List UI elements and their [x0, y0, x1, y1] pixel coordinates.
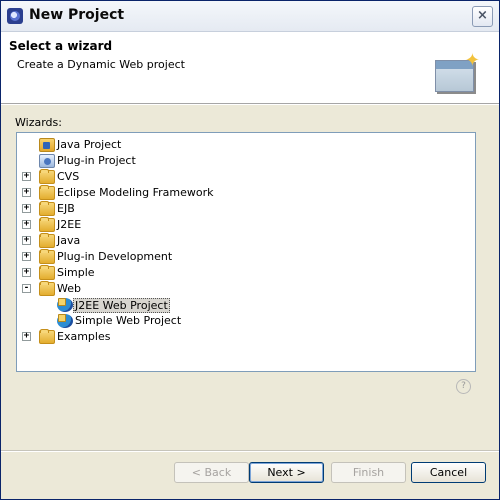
folder-icon	[39, 185, 55, 200]
tree-item-j2ee-web-project[interactable]: J2EE Web Project	[17, 297, 317, 313]
tree-item-label: CVS	[57, 170, 80, 183]
tree-item-plugin-project[interactable]: Plug-in Project	[17, 153, 317, 169]
finish-button[interactable]: Finish	[331, 462, 406, 483]
folder-icon	[39, 169, 55, 184]
tree-item-simple[interactable]: + Simple	[17, 265, 317, 281]
tree-item-java-project[interactable]: Java Project	[17, 137, 317, 153]
new-project-dialog: New Project × Select a wizard Create a D…	[0, 0, 500, 500]
tree-item-label: Simple Web Project	[75, 314, 182, 327]
java-project-icon	[39, 138, 55, 152]
tree-item-web[interactable]: - Web	[17, 281, 317, 297]
expand-icon[interactable]: +	[22, 188, 31, 197]
close-button[interactable]: ×	[472, 6, 493, 27]
folder-icon	[39, 201, 55, 216]
plugin-project-icon	[39, 154, 55, 168]
wizard-header: Select a wizard Create a Dynamic Web pro…	[1, 32, 499, 104]
expand-icon[interactable]: +	[22, 204, 31, 213]
folder-icon	[39, 329, 55, 344]
collapse-icon[interactable]: -	[22, 284, 31, 293]
header-description: Create a Dynamic Web project	[17, 58, 185, 71]
tree-item-simple-web-project[interactable]: Simple Web Project	[17, 313, 317, 329]
expand-icon[interactable]: +	[22, 220, 31, 229]
help-icon[interactable]: ?	[456, 379, 471, 394]
next-button[interactable]: Next >	[249, 462, 324, 483]
tree-item-label: EJB	[57, 202, 75, 215]
star-icon: ✦	[464, 50, 480, 71]
tree-item-plugin-development[interactable]: + Plug-in Development	[17, 249, 317, 265]
folder-icon	[39, 249, 55, 264]
tree-item-ejb[interactable]: + EJB	[17, 201, 317, 217]
wizard-banner-icon: ✦	[429, 50, 483, 98]
tree-item-label: Examples	[57, 330, 111, 343]
back-button[interactable]: < Back	[174, 462, 249, 483]
header-divider	[1, 104, 499, 105]
cancel-button[interactable]: Cancel	[411, 462, 486, 483]
folder-icon	[39, 217, 55, 232]
web-project-icon	[57, 298, 73, 312]
expand-icon[interactable]: +	[22, 332, 31, 341]
tree-item-examples[interactable]: + Examples	[17, 329, 317, 345]
tree-item-label: J2EE Web Project	[73, 298, 170, 313]
web-project-icon	[57, 314, 73, 328]
tree-item-java[interactable]: + Java	[17, 233, 317, 249]
folder-icon	[39, 265, 55, 280]
window-title: New Project	[29, 7, 125, 23]
expand-icon[interactable]: +	[22, 172, 31, 181]
tree-item-label: Web	[57, 282, 81, 295]
tree-item-label: Java Project	[57, 138, 122, 151]
wizard-tree[interactable]: Java Project Plug-in Project + CVS + Ecl…	[16, 132, 476, 372]
tree-item-label: Eclipse Modeling Framework	[57, 186, 214, 199]
tree-item-label: J2EE	[57, 218, 82, 231]
expand-icon[interactable]: +	[22, 236, 31, 245]
tree-item-j2ee[interactable]: + J2EE	[17, 217, 317, 233]
expand-icon[interactable]: +	[22, 252, 31, 261]
eclipse-icon	[7, 8, 23, 24]
tree-item-label: Java	[57, 234, 81, 247]
tree-item-cvs[interactable]: + CVS	[17, 169, 317, 185]
wizards-label: Wizards:	[15, 116, 62, 129]
tree-item-label: Plug-in Development	[57, 250, 173, 263]
footer-separator	[1, 450, 499, 452]
tree-item-eclipse-modeling-framework[interactable]: + Eclipse Modeling Framework	[17, 185, 317, 201]
tree-item-label: Simple	[57, 266, 95, 279]
title-bar: New Project ×	[1, 1, 499, 32]
tree-item-label: Plug-in Project	[57, 154, 136, 167]
folder-icon	[39, 233, 55, 248]
folder-icon	[39, 281, 55, 296]
expand-icon[interactable]: +	[22, 268, 31, 277]
header-title: Select a wizard	[9, 39, 113, 53]
